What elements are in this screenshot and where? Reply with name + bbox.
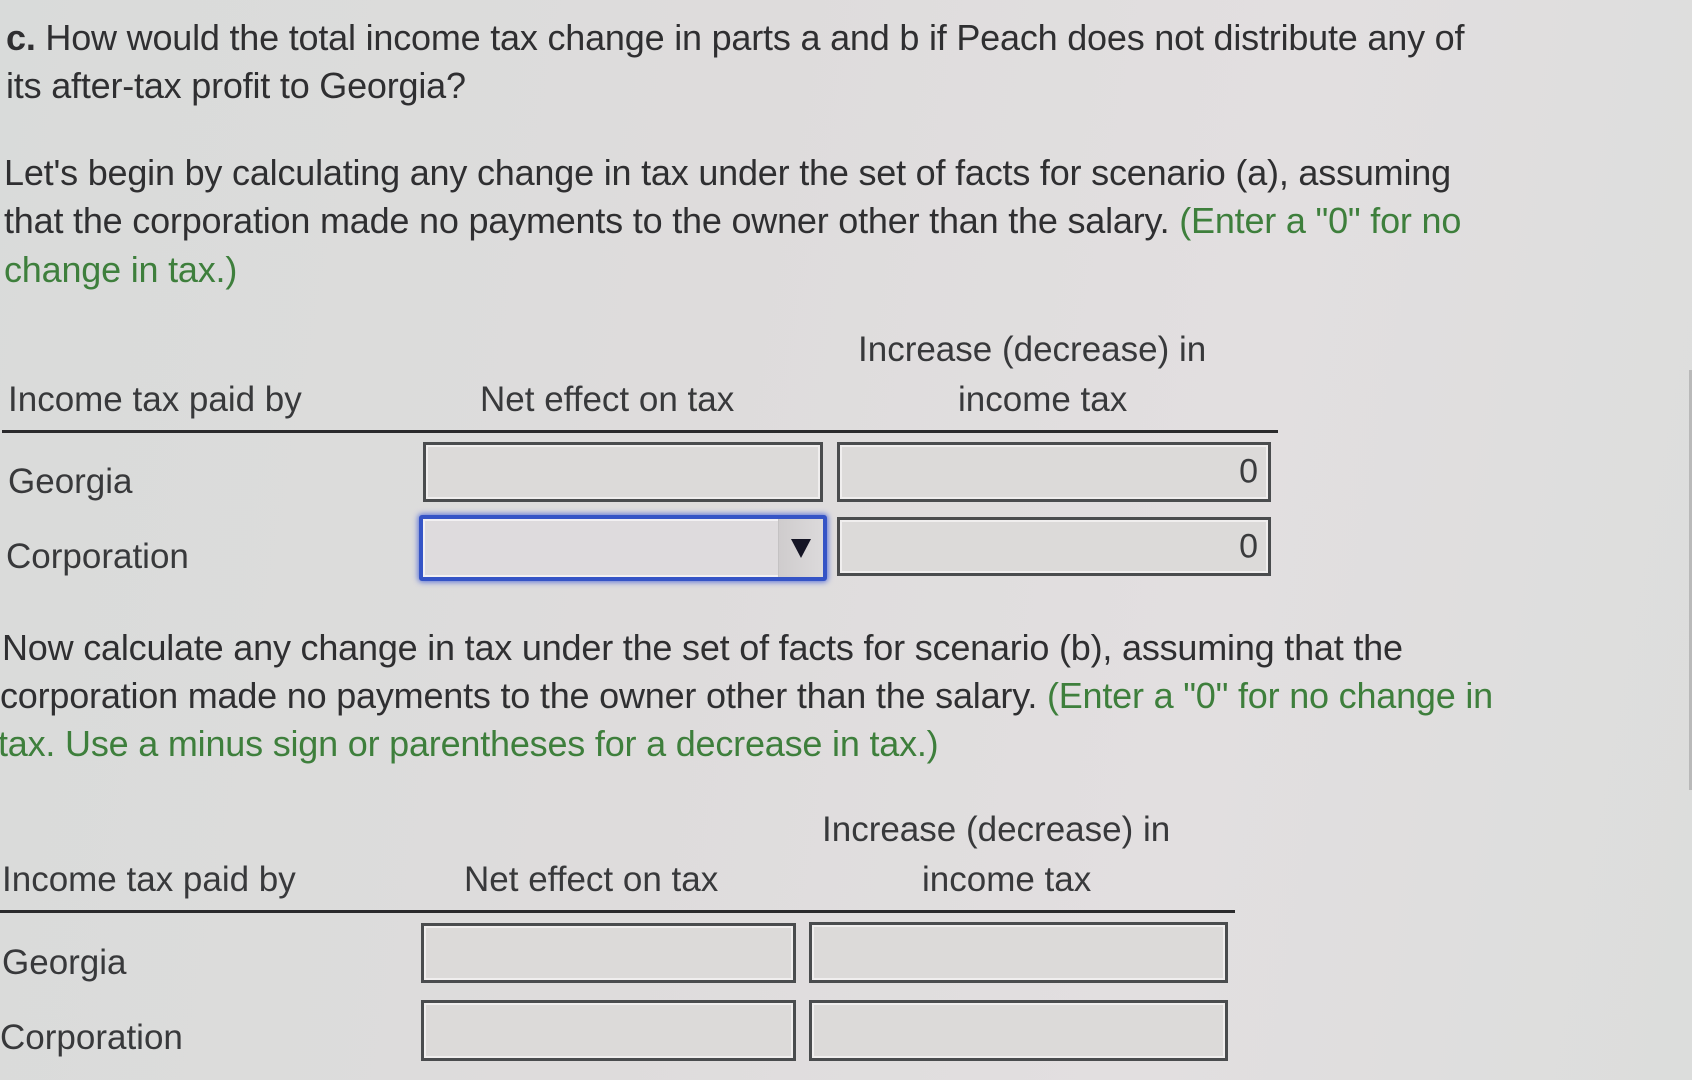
scenario-a-col3-header-line2: income tax — [958, 380, 1128, 419]
scenario-b-row-georgia-label: Georgia — [2, 943, 127, 982]
scenario-a-hint: (Enter a "0" for no — [1179, 200, 1462, 241]
scenario-b-hint: (Enter a "0" for no change in — [1046, 675, 1493, 716]
scenario-a-col3-header-line1: Increase (decrease) in — [858, 330, 1207, 369]
scenario-b-header-divider — [0, 910, 1235, 913]
scenario-a-instruction-line-1: Let's begin by calculating any change in… — [4, 152, 1451, 193]
question-text: How would the total income tax change in… — [35, 17, 1465, 58]
scenario-a-instruction-line-2: that the corporation made no payments to… — [4, 197, 1461, 245]
question-line-2: its after-tax profit to Georgia? — [6, 65, 466, 106]
scenario-a-instruction-text: that the corporation made no payments to… — [4, 200, 1180, 241]
question-line-1: c. How would the total income tax change… — [6, 14, 1465, 62]
scenario-a-header-divider — [2, 430, 1278, 433]
scenario-b-hint-continued: tax. Use a minus sign or parentheses for… — [0, 723, 939, 764]
triangle-down-icon — [791, 539, 811, 558]
scenario-b-col1-header: Income tax paid by — [2, 860, 296, 899]
scenario-b-col3-header-line2: income tax — [922, 860, 1092, 899]
scenario-a-hint-continued: change in tax.) — [4, 249, 238, 290]
scenario-b-col2-header: Net effect on tax — [464, 860, 719, 899]
scenario-a-row-georgia-label: Georgia — [8, 462, 133, 501]
scenario-b-georgia-change-input[interactable] — [809, 922, 1228, 983]
scenario-a-corporation-change-value: 0 — [1239, 527, 1258, 565]
scenario-a-georgia-change-value: 0 — [1239, 452, 1258, 491]
scenario-a-col1-header: Income tax paid by — [8, 380, 302, 419]
scenario-b-row-corporation-label: Corporation — [0, 1018, 183, 1057]
scenario-a-georgia-net-effect-input[interactable] — [423, 442, 823, 502]
scenario-b-georgia-net-effect-input[interactable] — [421, 923, 796, 983]
scenario-b-corporation-change-input[interactable] — [809, 1000, 1228, 1061]
scenario-a-row-corporation-label: Corporation — [6, 537, 189, 576]
scenario-b-col3-header-line1: Increase (decrease) in — [822, 810, 1171, 849]
scenario-b-corporation-net-effect-input[interactable] — [421, 1000, 796, 1061]
scenario-b-instruction-text: corporation made no payments to the owne… — [0, 675, 1047, 716]
dropdown-toggle-button[interactable] — [778, 519, 823, 577]
scenario-a-corporation-net-effect-dropdown[interactable] — [419, 515, 827, 581]
scenario-a-col2-header: Net effect on tax — [480, 380, 735, 419]
scenario-a-georgia-change-input[interactable]: 0 — [837, 442, 1271, 502]
scenario-b-instruction-line-1: Now calculate any change in tax under th… — [2, 627, 1403, 668]
scenario-b-instruction-line-2: corporation made no payments to the owne… — [0, 672, 1493, 720]
scenario-a-corporation-change-input[interactable]: 0 — [837, 517, 1271, 576]
question-label: c. — [6, 17, 36, 58]
